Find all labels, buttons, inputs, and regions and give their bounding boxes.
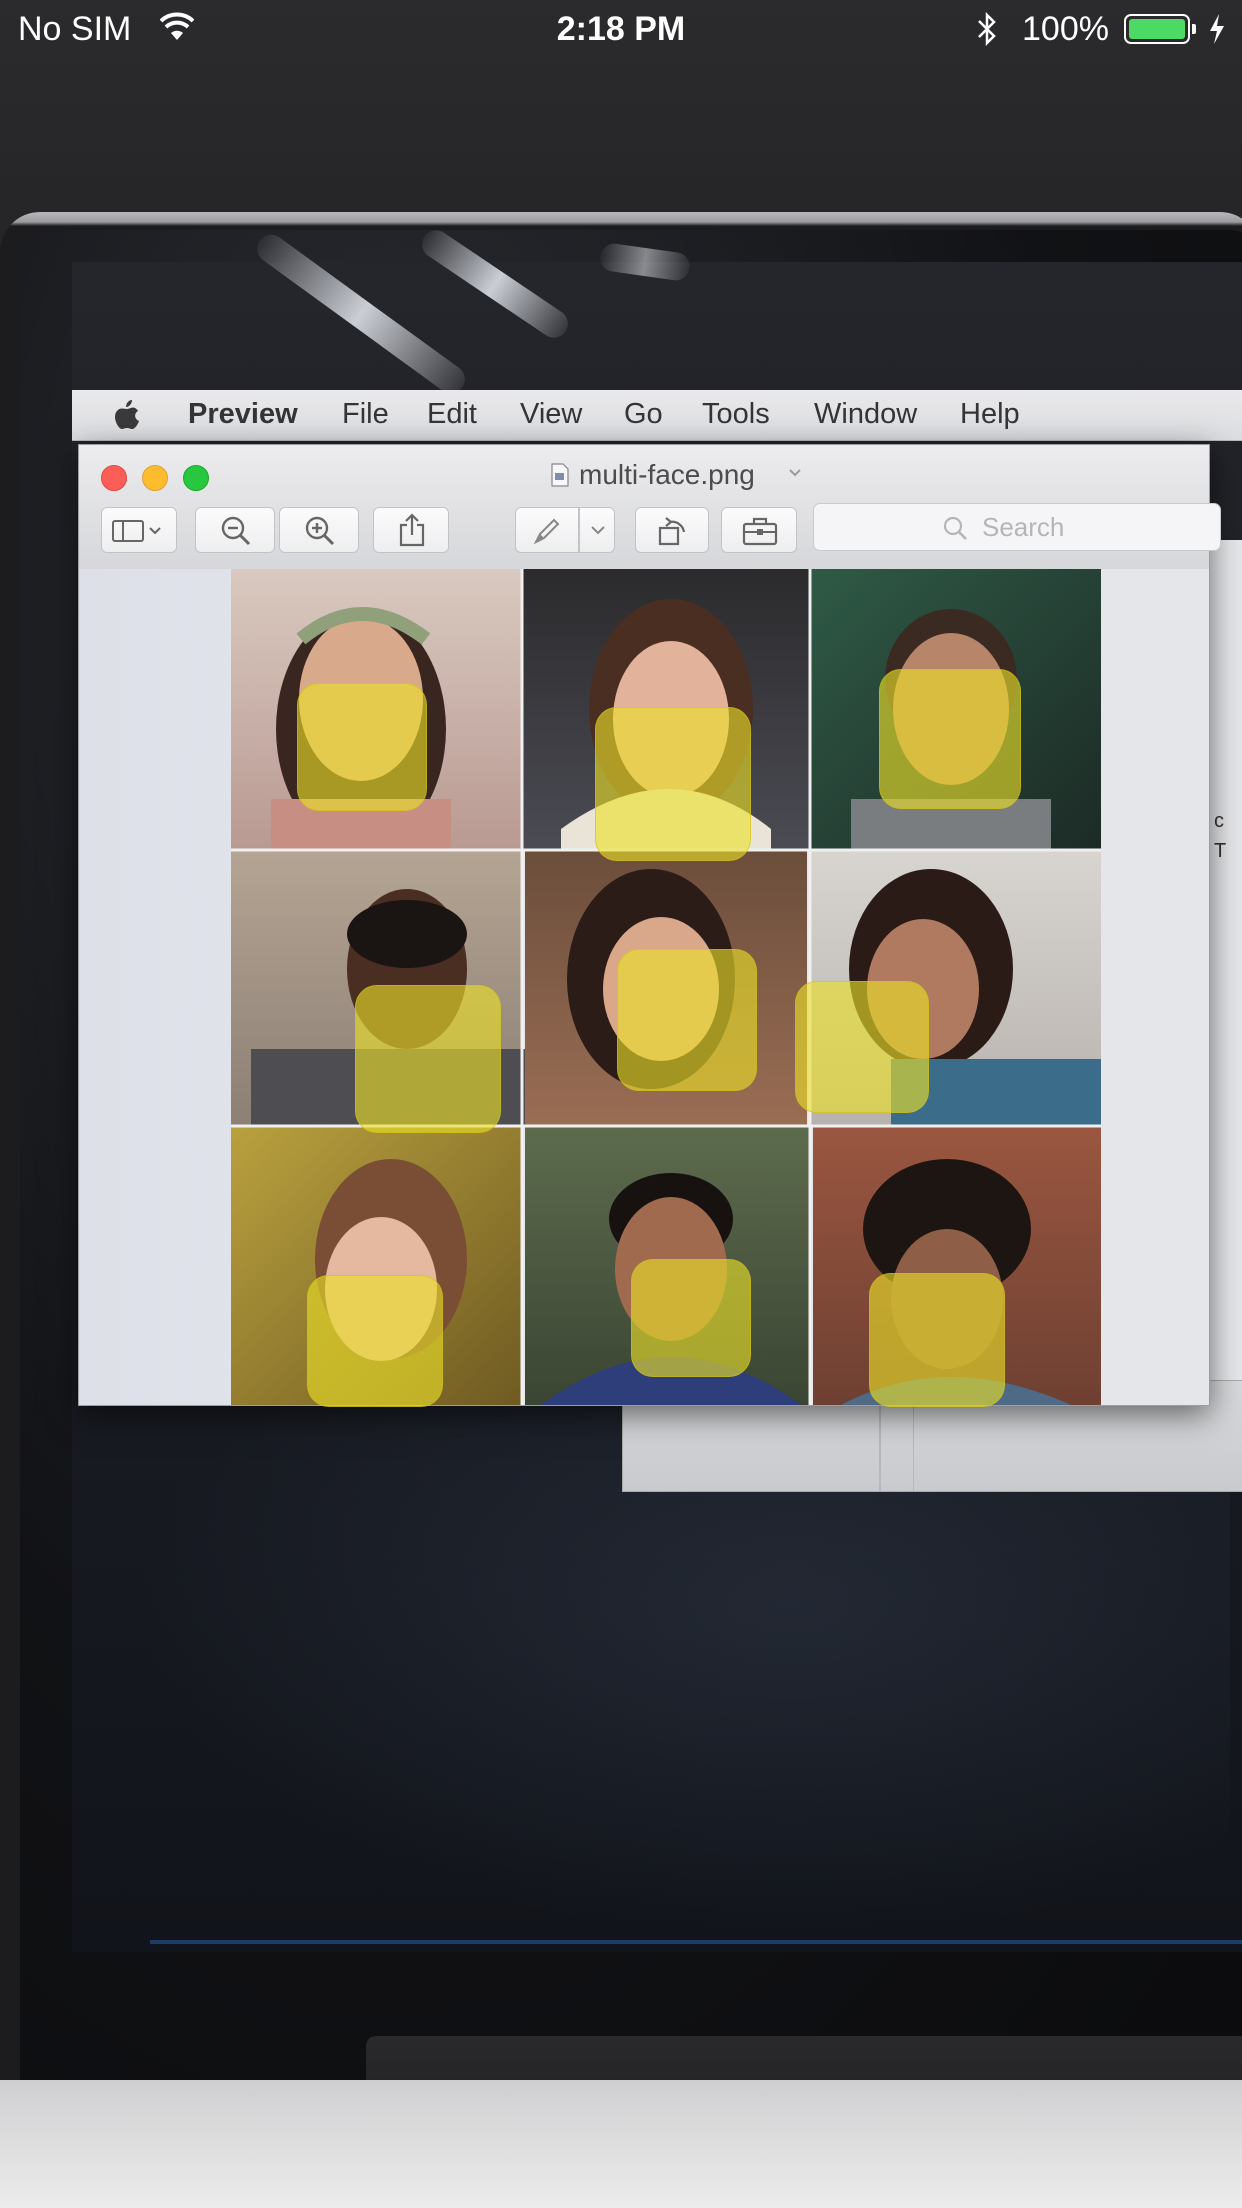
toolbox-button[interactable] [721, 507, 797, 553]
charging-bolt-icon [1210, 14, 1224, 44]
markup-pen-button[interactable] [515, 507, 579, 553]
mac-menu-bar: Preview File Edit View Go Tools Window H… [72, 390, 1242, 441]
markup-dropdown-button[interactable] [579, 507, 615, 553]
close-button[interactable] [101, 465, 127, 491]
rotate-icon [658, 517, 686, 546]
face-box [617, 949, 757, 1091]
menu-window[interactable]: Window [814, 398, 917, 431]
apple-icon[interactable] [114, 398, 140, 430]
image-canvas [79, 569, 1209, 1407]
sidebar-icon [112, 520, 161, 542]
search-icon [943, 516, 967, 540]
zoom-out-icon [221, 516, 251, 546]
face-box [595, 707, 751, 861]
bluetooth-icon [978, 12, 996, 46]
search-placeholder: Search [982, 512, 1065, 542]
menu-file[interactable]: File [342, 398, 389, 431]
background-window-edge: cT [1210, 540, 1242, 1390]
status-bar: No SIM 2:18 PM 100% [0, 0, 1242, 62]
zoom-in-button[interactable] [279, 507, 359, 553]
share-icon [399, 513, 425, 547]
preview-window: multi-face.png Search [78, 444, 1221, 1407]
zoom-in-icon [305, 516, 335, 546]
battery-icon [1124, 14, 1196, 44]
pen-icon [533, 518, 560, 545]
zoom-button[interactable] [183, 465, 209, 491]
face-box [879, 669, 1021, 809]
rotate-button[interactable] [635, 507, 709, 553]
chevron-down-icon[interactable] [787, 465, 803, 479]
menu-tools[interactable]: Tools [702, 398, 770, 431]
battery-percent: 100% [1022, 10, 1109, 48]
face-box [307, 1275, 443, 1407]
menu-go[interactable]: Go [624, 398, 663, 431]
face-box [869, 1273, 1005, 1407]
laptop-base [0, 2080, 1242, 2208]
face-box [297, 683, 427, 811]
dock-edge [150, 1940, 1242, 1944]
menu-app-name[interactable]: Preview [188, 398, 298, 431]
toolbox-icon [742, 517, 778, 546]
face-box [795, 981, 929, 1113]
document-icon [551, 463, 569, 487]
sidebar-toggle-button[interactable] [101, 507, 177, 553]
face-box [355, 985, 501, 1133]
menu-edit[interactable]: Edit [427, 398, 477, 431]
chevron-down-icon [591, 526, 605, 535]
menu-help[interactable]: Help [960, 398, 1020, 431]
window-titlebar: multi-face.png Search [79, 445, 1221, 570]
zoom-out-button[interactable] [195, 507, 275, 553]
menu-view[interactable]: View [520, 398, 582, 431]
search-field[interactable]: Search [813, 503, 1221, 551]
face-box [631, 1259, 751, 1377]
share-button[interactable] [373, 507, 449, 553]
window-title: multi-face.png [579, 459, 755, 490]
minimize-button[interactable] [142, 465, 168, 491]
